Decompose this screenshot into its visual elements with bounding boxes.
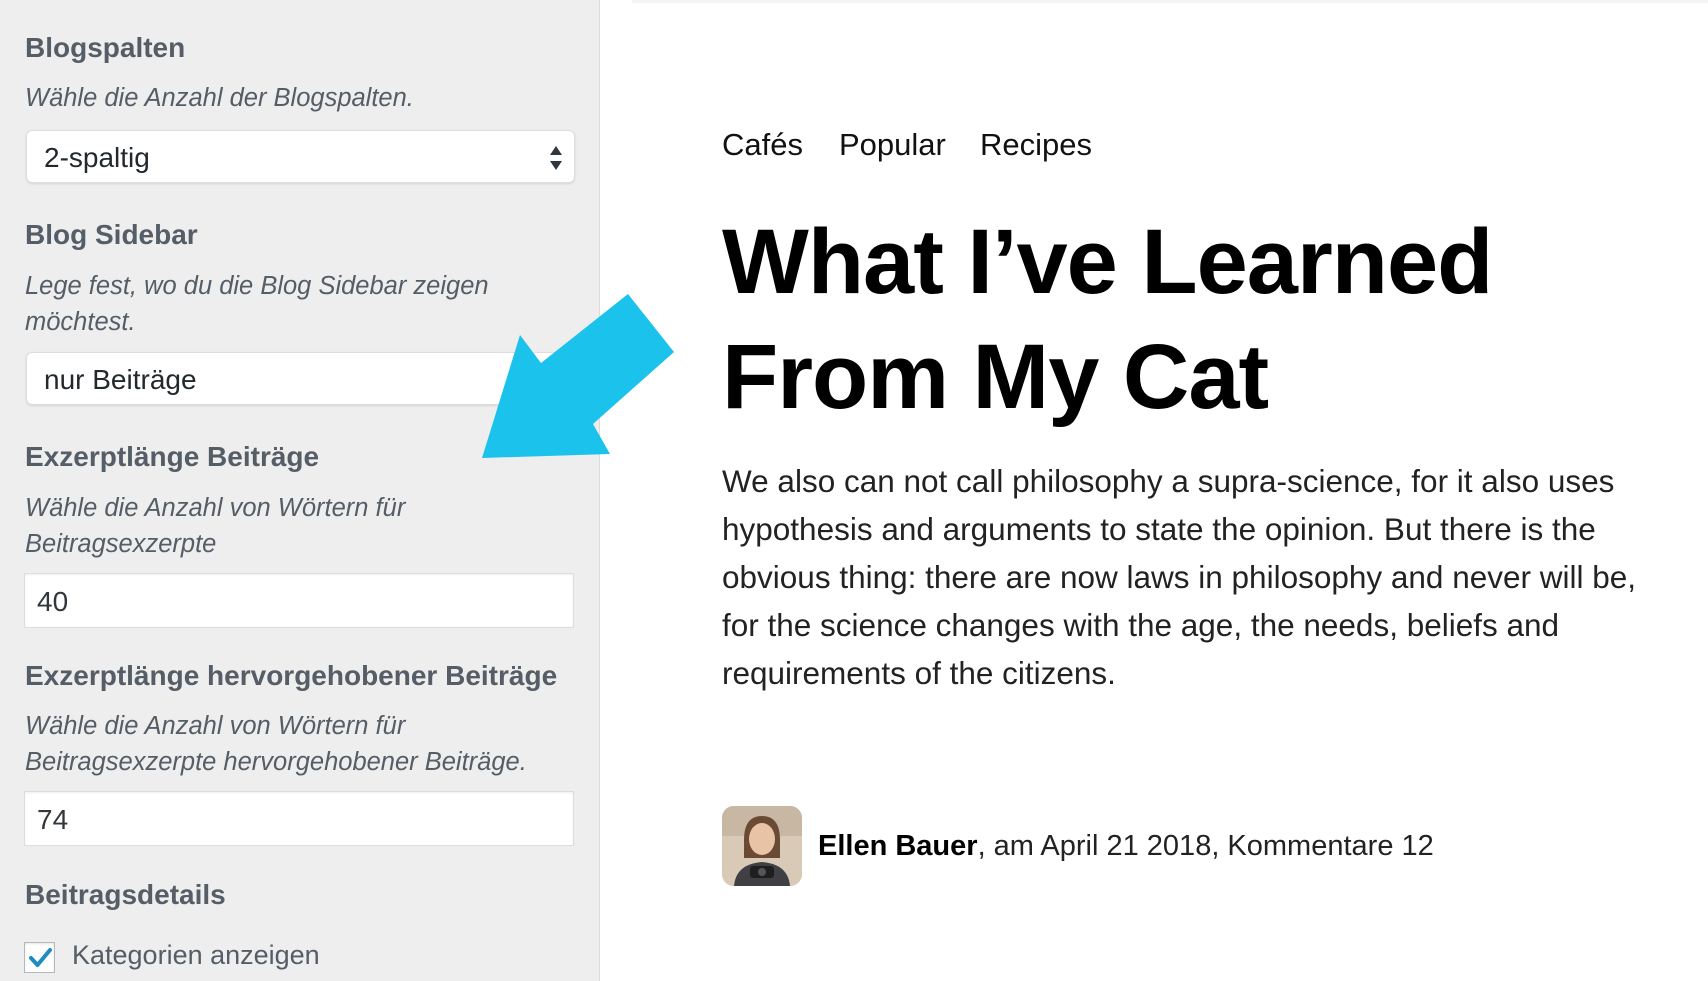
excerpt-line: hypothesis and arguments to state the op… xyxy=(722,511,1596,547)
featured-excerpt-length-value: 74 xyxy=(37,804,69,835)
featured-excerpt-length-title: Exzerptlänge hervorgehobener Beiträge xyxy=(25,660,558,691)
nav-item-cafes[interactable]: Cafés xyxy=(722,127,803,163)
post-title[interactable]: What I’ve Learned From My Cat xyxy=(722,205,1622,435)
excerpt-length-title: Exzerptlänge Beiträge xyxy=(25,441,320,472)
post-details-title: Beitragsdetails xyxy=(25,879,226,910)
excerpt-line: obvious thing: there are now laws in phi… xyxy=(722,559,1637,595)
excerpt-length-description-line2: Beitragsexzerpte xyxy=(25,530,217,558)
featured-excerpt-length-description-line2: Beitragsexzerpte hervorgehobener Beiträg… xyxy=(25,748,527,776)
nav-item-popular[interactable]: Popular xyxy=(839,127,946,163)
blog-columns-selected-value: 2-spaltig xyxy=(44,142,150,173)
customizer-panel: Blogspalten Wähle die Anzahl der Blogspa… xyxy=(0,0,600,981)
blog-sidebar-description-line1: Lege fest, wo du die Blog Sidebar zeigen xyxy=(25,272,489,300)
excerpt-length-description-line1: Wähle die Anzahl von Wörtern für xyxy=(25,494,406,522)
show-categories-label[interactable]: Kategorien anzeigen xyxy=(72,940,320,971)
pointer-arrow-icon xyxy=(482,294,674,458)
post-excerpt: We also can not call philosophy a supra-… xyxy=(722,457,1652,697)
blog-columns-select[interactable]: 2-spaltig xyxy=(26,130,575,183)
post-byline: Ellen Bauer, am April 21 2018, Kommentar… xyxy=(818,830,1434,863)
author-name[interactable]: Ellen Bauer xyxy=(818,830,978,862)
author-avatar[interactable] xyxy=(722,806,802,886)
preview-top-border xyxy=(632,0,1708,3)
excerpt-line: for the science changes with the age, th… xyxy=(722,607,1560,643)
excerpt-length-input[interactable]: 40 xyxy=(24,573,574,628)
excerpt-line: We also can not call philosophy a supra-… xyxy=(722,463,1615,499)
post-title-line2: From My Cat xyxy=(722,326,1269,428)
blog-sidebar-title: Blog Sidebar xyxy=(25,219,198,250)
show-categories-checkbox[interactable] xyxy=(24,942,55,973)
featured-excerpt-length-input[interactable]: 74 xyxy=(24,791,574,846)
nav-item-recipes[interactable]: Recipes xyxy=(980,127,1092,163)
post-meta: , am April 21 2018, Kommentare 12 xyxy=(977,830,1434,862)
blog-sidebar-description-line2: möchtest. xyxy=(25,308,136,336)
featured-excerpt-length-description-line1: Wähle die Anzahl von Wörtern für xyxy=(25,712,406,740)
checkmark-icon xyxy=(29,948,52,967)
post-title-line1: What I’ve Learned xyxy=(722,211,1493,313)
excerpt-length-value: 40 xyxy=(37,586,69,617)
blog-sidebar-selected-value: nur Beiträge xyxy=(44,364,197,395)
blog-columns-title: Blogspalten xyxy=(25,32,186,63)
avatar-image xyxy=(722,806,802,886)
select-arrows-icon xyxy=(550,146,562,170)
excerpt-line: requirements of the citizens. xyxy=(722,655,1116,691)
blog-columns-description: Wähle die Anzahl der Blogspalten. xyxy=(25,84,414,112)
